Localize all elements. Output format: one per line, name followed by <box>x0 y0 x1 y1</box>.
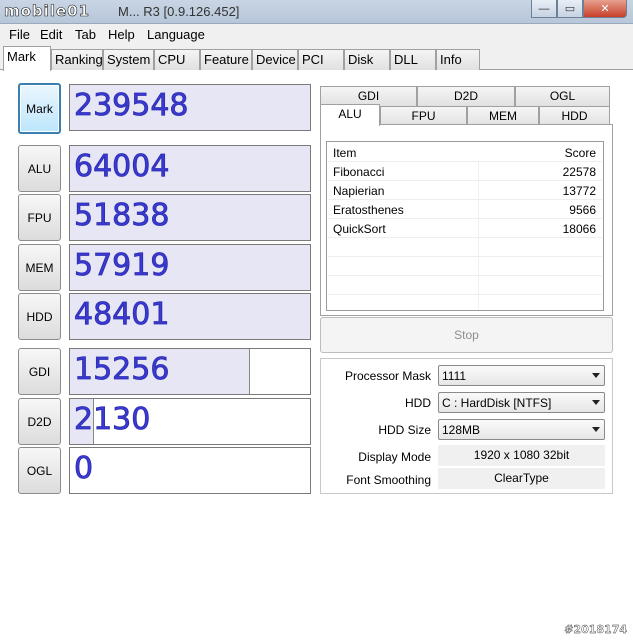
ogl-button[interactable]: OGL <box>18 447 61 494</box>
chevron-down-icon <box>592 427 600 432</box>
list-header: Item Score <box>328 143 602 162</box>
tab-disk[interactable]: Disk <box>344 49 390 70</box>
menu-bar: File Edit Tab Help Language <box>0 24 633 46</box>
chevron-down-icon <box>592 373 600 378</box>
mem-score-value: 57919 <box>74 248 170 284</box>
menu-tab[interactable]: Tab <box>75 27 96 42</box>
maximize-button[interactable]: ▭ <box>557 0 583 18</box>
font-smoothing-value: ClearType <box>438 468 605 489</box>
list-item[interactable]: Fibonacci 22578 <box>328 162 602 181</box>
mem-button[interactable]: MEM <box>18 244 61 291</box>
subtab-fpu[interactable]: FPU <box>380 106 467 126</box>
fpu-button[interactable]: FPU <box>18 194 61 241</box>
list-item-score: 13772 <box>562 184 596 198</box>
window-controls: — ▭ ✕ <box>531 0 627 18</box>
list-empty-row <box>328 238 602 257</box>
gdi-score-box: 15256 <box>69 348 311 395</box>
fpu-score-box: 51838 <box>69 194 311 241</box>
list-item[interactable]: QuickSort 18066 <box>328 219 602 238</box>
processor-mask-select[interactable]: 1111 <box>438 365 605 386</box>
menu-help[interactable]: Help <box>108 27 135 42</box>
tab-dll[interactable]: DLL <box>390 49 436 70</box>
hdd-score-box: 48401 <box>69 293 311 340</box>
subtab-mem[interactable]: MEM <box>467 106 539 126</box>
list-empty-row <box>328 257 602 276</box>
tab-pci[interactable]: PCI <box>298 49 344 70</box>
mark-score-box: 239548 <box>69 84 311 131</box>
subtab-ogl[interactable]: OGL <box>515 86 610 106</box>
menu-edit[interactable]: Edit <box>40 27 62 42</box>
subtab-gdi[interactable]: GDI <box>320 86 417 106</box>
alu-score-box: 64004 <box>69 145 311 192</box>
subtab-hdd[interactable]: HDD <box>539 106 610 126</box>
hdd-score-value: 48401 <box>74 297 170 333</box>
title-bar: mobile01 M... R3 [0.9.126.452] — ▭ ✕ <box>0 0 633 24</box>
column-score-header[interactable]: Score <box>565 146 596 160</box>
list-item[interactable]: Eratosthenes 9566 <box>328 200 602 219</box>
results-list[interactable]: Item Score Fibonacci 22578 Napierian 137… <box>326 141 604 311</box>
chevron-down-icon <box>592 400 600 405</box>
subtab-d2d[interactable]: D2D <box>417 86 515 106</box>
window-title: M... R3 [0.9.126.452] <box>118 4 240 19</box>
ogl-score-value: 0 <box>74 451 94 487</box>
list-item-score: 22578 <box>562 165 596 179</box>
display-mode-value: 1920 x 1080 32bit <box>438 445 605 466</box>
hdd-label: HDD <box>405 396 431 410</box>
d2d-score-value: 2130 <box>74 402 151 438</box>
mark-button[interactable]: Mark <box>18 83 61 134</box>
list-item-name: Eratosthenes <box>333 203 404 217</box>
processor-mask-value: 1111 <box>442 369 467 383</box>
alu-score-value: 64004 <box>74 149 170 185</box>
tab-mark[interactable]: Mark <box>3 46 51 71</box>
gdi-score-value: 15256 <box>74 352 170 388</box>
hdd-size-label: HDD Size <box>378 423 431 437</box>
image-watermark: #2018174 <box>564 623 627 636</box>
site-logo: mobile01 <box>4 2 91 21</box>
gdi-button[interactable]: GDI <box>18 348 61 395</box>
hdd-select[interactable]: C : HardDisk [NTFS] <box>438 392 605 413</box>
mem-score-box: 57919 <box>69 244 311 291</box>
tab-cpu[interactable]: CPU <box>154 49 200 70</box>
list-item-name: Fibonacci <box>333 165 385 179</box>
font-smoothing-label: Font Smoothing <box>346 473 431 487</box>
hdd-size-select[interactable]: 128MB <box>438 419 605 440</box>
menu-language[interactable]: Language <box>147 27 205 42</box>
hdd-button[interactable]: HDD <box>18 293 61 340</box>
ogl-score-box: 0 <box>69 447 311 494</box>
tab-device[interactable]: Device <box>252 49 298 70</box>
alu-button[interactable]: ALU <box>18 145 61 192</box>
d2d-button[interactable]: D2D <box>18 398 61 445</box>
close-button[interactable]: ✕ <box>583 0 627 18</box>
hdd-value: C : HardDisk [NTFS] <box>442 396 552 410</box>
list-item-score: 9566 <box>569 203 596 217</box>
list-item-name: Napierian <box>333 184 385 198</box>
mark-score-value: 239548 <box>74 88 189 124</box>
display-mode-label: Display Mode <box>358 450 431 464</box>
tab-system[interactable]: System <box>103 49 154 70</box>
processor-mask-label: Processor Mask <box>344 369 431 383</box>
subtab-alu[interactable]: ALU <box>320 104 380 126</box>
stop-button[interactable]: Stop <box>320 317 613 353</box>
menu-file[interactable]: File <box>9 27 30 42</box>
tab-feature[interactable]: Feature <box>200 49 252 70</box>
list-empty-row <box>328 276 602 295</box>
minimize-button[interactable]: — <box>531 0 557 18</box>
list-item[interactable]: Napierian 13772 <box>328 181 602 200</box>
column-item-header[interactable]: Item <box>333 146 356 160</box>
list-item-score: 18066 <box>562 222 596 236</box>
fpu-score-value: 51838 <box>74 198 170 234</box>
tab-info[interactable]: Info <box>436 49 480 70</box>
tab-ranking[interactable]: Ranking <box>51 49 103 70</box>
d2d-score-box: 2130 <box>69 398 311 445</box>
list-item-name: QuickSort <box>333 222 386 236</box>
hdd-size-value: 128MB <box>442 423 481 437</box>
main-tab-strip: Mark Ranking System CPU Feature Device P… <box>0 46 633 71</box>
